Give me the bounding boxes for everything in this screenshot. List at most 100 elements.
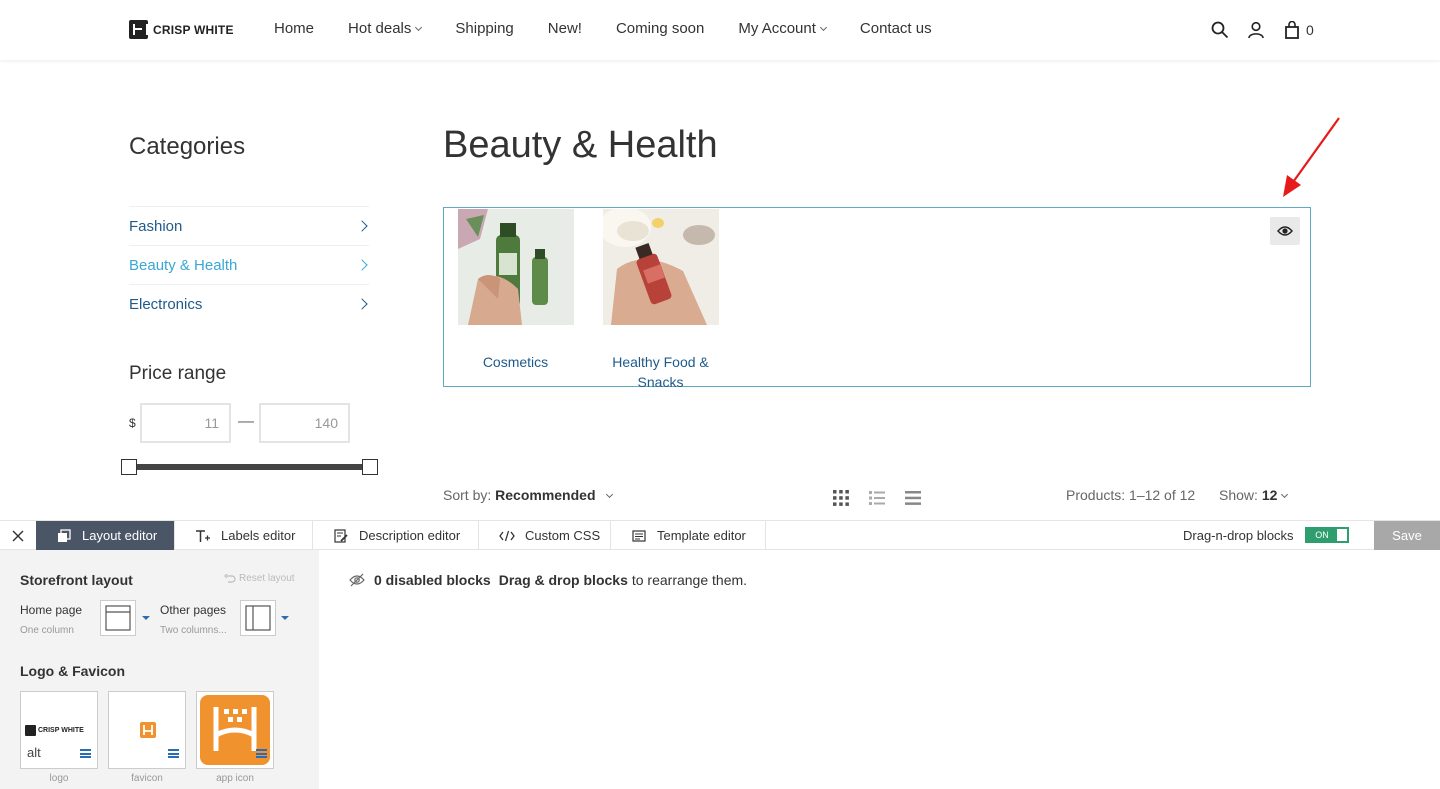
close-icon [12,530,24,541]
price-dash: — [238,413,254,430]
other-layout-selector[interactable] [240,600,276,636]
save-button[interactable]: Save [1374,521,1440,550]
grid-view-icon[interactable] [832,489,850,507]
two-columns-icon [245,605,271,631]
rearrange-hint: to rearrange them. [631,572,748,588]
subcategory-healthy-food[interactable]: Healthy Food & Snacks [598,207,719,392]
home-layout-selector[interactable] [100,600,136,636]
subcategory-label: Healthy Food & Snacks [612,354,709,390]
category-item-beauty-health[interactable]: Beauty & Health [129,245,369,284]
cart-count[interactable]: 0 [1306,22,1314,38]
nav-coming-soon[interactable]: Coming soon [616,20,704,37]
nav-contact-us[interactable]: Contact us [860,20,932,37]
menu-icon[interactable] [80,749,91,758]
category-list: Fashion Beauty & Health Electronics [129,206,369,323]
app-icon-card[interactable] [196,691,274,769]
tab-layout-editor[interactable]: Layout editor [36,521,175,550]
menu-icon[interactable] [256,749,267,758]
undo-icon [224,573,236,583]
subcategory-cosmetics[interactable]: Cosmetics [457,209,574,372]
view-mode-switcher [832,489,922,507]
site-logo[interactable]: CRISP WHITE [129,20,234,39]
other-pages-layout-value: Two columns... [160,625,227,636]
category-item-electronics[interactable]: Electronics [129,284,369,323]
toggle-visibility-button[interactable] [1270,217,1300,245]
subcategory-label: Cosmetics [482,354,549,370]
price-min-input[interactable] [140,403,231,443]
page-title: Beauty & Health [443,124,718,166]
sort-dropdown[interactable]: Sort by: Recommended [443,487,614,503]
edit-icon [333,528,349,544]
search-icon[interactable] [1210,20,1230,40]
favicon-card[interactable] [108,691,186,769]
home-page-layout-value: One column [20,625,74,636]
layout-panel: Storefront layout Reset layout Home page… [0,550,319,789]
disabled-blocks-info: 0 disabled blocks Drag & drop blocks to … [348,572,747,588]
drag-drop-hint: Drag & drop blocks [498,572,628,588]
template-icon [631,528,647,544]
tab-template-editor[interactable]: Template editor [611,521,766,550]
price-max-input[interactable] [259,403,350,443]
favicon-icon [140,722,156,738]
drag-n-drop-toggle[interactable]: ON [1305,527,1349,543]
tab-description-editor[interactable]: Description editor [313,521,479,550]
tab-labels-editor[interactable]: Labels editor [175,521,313,550]
price-slider-min-handle[interactable] [121,459,137,475]
price-slider-track[interactable] [129,464,370,470]
nav-new[interactable]: New! [548,20,582,37]
layout-icon [56,528,72,544]
logo-mark-icon [129,20,148,39]
menu-icon[interactable] [168,749,179,758]
reset-layout-button[interactable]: Reset layout [224,573,295,584]
list-view-icon[interactable] [868,489,886,507]
chevron-down-icon [415,23,423,32]
tab-custom-css[interactable]: Custom CSS [479,521,611,550]
products-count: Products: 1–12 of 12 [1066,487,1196,503]
logo-favicon-title: Logo & Favicon [20,663,125,679]
nav-hot-deals[interactable]: Hot deals [348,20,423,37]
cosmetics-image [457,209,574,325]
cart-icon[interactable] [1282,20,1302,40]
nav-home[interactable]: Home [274,20,314,37]
user-icon[interactable] [1246,20,1266,40]
drag-n-drop-label: Drag-n-drop blocks [1183,528,1294,543]
chevron-right-icon [356,259,368,271]
site-header: CRISP WHITE Home Hot deals Shipping New!… [0,0,1440,60]
healthy-food-image [598,207,719,325]
logo-mark-icon [25,725,36,736]
disabled-blocks-count: 0 disabled blocks [374,572,491,588]
chevron-right-icon [356,220,368,232]
logo-card[interactable]: CRISP WHITE alt [20,691,98,769]
code-icon [499,528,515,544]
nav-my-account[interactable]: My Account [738,20,827,37]
storefront-layout-title: Storefront layout [20,572,133,588]
red-arrow-annotation [1283,117,1340,197]
category-label: Fashion [129,217,183,235]
currency-symbol: $ [129,416,136,430]
category-label: Electronics [129,295,203,313]
logo-card-text: CRISP WHITE [38,727,84,734]
category-item-fashion[interactable]: Fashion [129,206,369,245]
logo-alt-text: alt [27,745,41,760]
logo-text: CRISP WHITE [153,22,234,37]
favicon-card-label: favicon [131,773,163,784]
chevron-down-icon [819,23,827,32]
product-toolbar: Sort by: Recommended Products: 1–12 of 1… [443,487,1311,509]
subcategories-block: Cosmetics Healthy Food & Snacks [443,207,1311,390]
nav-shipping[interactable]: Shipping [455,20,513,37]
eye-icon [1277,226,1293,236]
table-view-icon[interactable] [904,489,922,507]
home-layout-dropdown-caret[interactable] [142,616,150,620]
main-nav: Home Hot deals Shipping New! Coming soon… [274,20,966,37]
show-per-page-dropdown[interactable]: Show: 12 [1219,487,1289,503]
text-icon [195,528,211,544]
price-range-title: Price range [129,363,227,384]
one-column-icon [105,605,131,631]
header-actions: 0 [1210,20,1314,40]
chevron-right-icon [356,298,368,310]
other-layout-dropdown-caret[interactable] [281,616,289,620]
eye-off-icon [349,573,365,587]
categories-title: Categories [129,133,246,160]
close-editor-button[interactable] [0,521,36,550]
price-slider-max-handle[interactable] [362,459,378,475]
